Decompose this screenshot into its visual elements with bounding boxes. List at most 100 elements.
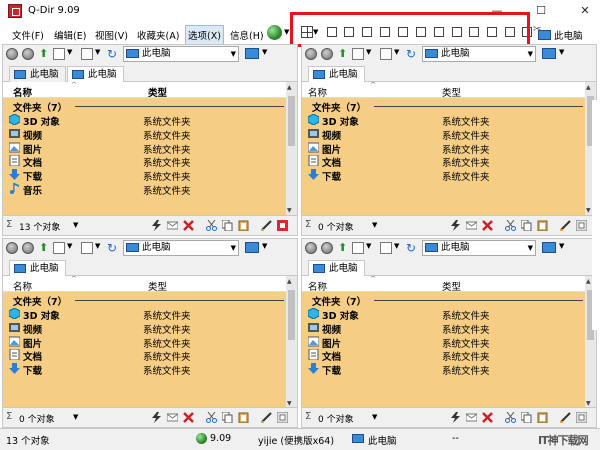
menu-info[interactable]: 信息(H) (230, 28, 264, 42)
chevron-down-icon[interactable]: ▼ (559, 242, 564, 250)
view-icon[interactable] (53, 242, 65, 254)
chevron-down-icon[interactable]: ▼ (95, 48, 100, 56)
forward-arrow-icon[interactable] (321, 242, 333, 254)
copy-icon[interactable] (222, 412, 233, 423)
list-item[interactable]: 文档 系统文件夹 (3, 154, 288, 169)
chevron-down-icon[interactable]: ▼ (366, 48, 371, 56)
up-folder-icon[interactable]: ⬆ (39, 241, 48, 254)
refresh-icon[interactable]: ↻ (406, 241, 416, 255)
chevron-down-icon[interactable]: ▼ (73, 221, 78, 229)
scroll-down-icon[interactable]: ▼ (586, 400, 591, 407)
details-icon[interactable] (380, 242, 392, 254)
chevron-down-icon[interactable]: ▼ (528, 241, 533, 255)
menu-options[interactable]: 选项(X) (185, 25, 224, 45)
chevron-down-icon[interactable]: ▼ (284, 28, 289, 36)
computer-icon[interactable] (245, 48, 259, 59)
up-folder-icon[interactable]: ⬆ (338, 47, 347, 60)
back-arrow-icon[interactable] (305, 242, 317, 254)
chevron-down-icon[interactable]: ▼ (372, 413, 377, 421)
menu-view[interactable]: 视图(V) (95, 28, 128, 42)
back-arrow-icon[interactable] (6, 242, 18, 254)
scrollbar[interactable]: ▲ ▼ (286, 276, 297, 409)
lightning-icon[interactable] (151, 412, 162, 423)
chevron-down-icon[interactable]: ▼ (372, 221, 377, 229)
scrollbar[interactable]: ▲ ▼ (286, 82, 297, 216)
delete-icon[interactable] (183, 220, 194, 231)
scroll-up-icon[interactable]: ▲ (287, 278, 292, 285)
group-header[interactable]: 文件夹（7） (3, 292, 288, 308)
paste-icon[interactable] (537, 220, 548, 231)
list-item[interactable]: 下载 系统文件夹 (302, 362, 587, 377)
scroll-up-icon[interactable]: ▲ (586, 84, 591, 91)
list-item[interactable]: 视频 系统文件夹 (302, 127, 587, 142)
scissors-icon[interactable] (505, 220, 516, 231)
scroll-up-icon[interactable]: ▲ (586, 278, 591, 285)
copy-icon[interactable] (521, 220, 532, 231)
globe-icon[interactable] (267, 25, 282, 40)
list-item[interactable]: 图片 系统文件夹 (3, 335, 288, 350)
delete-icon[interactable] (183, 412, 194, 423)
column-type[interactable]: 类型 (148, 279, 167, 293)
rename-icon[interactable] (261, 220, 272, 231)
list-item[interactable]: 视频 系统文件夹 (3, 127, 288, 142)
menu-file[interactable]: 文件(F) (12, 28, 44, 42)
list-item[interactable]: 图片 系统文件夹 (302, 141, 587, 156)
rename-icon[interactable] (560, 220, 571, 231)
group-header[interactable]: 文件夹（7） (3, 98, 288, 114)
scissors-icon[interactable] (206, 412, 217, 423)
chevron-down-icon[interactable]: ▼ (231, 47, 236, 61)
list-item[interactable]: 视频 系统文件夹 (3, 321, 288, 336)
properties-icon[interactable] (277, 412, 288, 423)
column-type[interactable]: 类型 (148, 85, 167, 99)
forward-arrow-icon[interactable] (321, 48, 333, 60)
list-item[interactable]: 3D 对象 系统文件夹 (302, 307, 587, 322)
computer-icon[interactable] (245, 242, 259, 253)
maximize-button[interactable]: ☐ (530, 2, 552, 20)
group-header[interactable]: 文件夹（7） (302, 292, 587, 308)
chevron-down-icon[interactable]: ▼ (394, 242, 399, 250)
forward-arrow-icon[interactable] (22, 48, 34, 60)
scroll-up-icon[interactable]: ▲ (287, 84, 292, 91)
up-folder-icon[interactable]: ⬆ (338, 241, 347, 254)
list-item[interactable]: 下载 系统文件夹 (3, 168, 288, 183)
properties-icon[interactable] (576, 220, 587, 231)
chevron-down-icon[interactable]: ▼ (67, 48, 72, 56)
email-icon[interactable] (167, 220, 178, 231)
list-item[interactable]: 文档 系统文件夹 (3, 348, 288, 363)
properties-icon[interactable] (576, 412, 587, 423)
forward-arrow-icon[interactable] (22, 242, 34, 254)
scroll-down-icon[interactable]: ▼ (287, 400, 292, 407)
view-icon[interactable] (352, 242, 364, 254)
list-item[interactable]: 图片 系统文件夹 (302, 335, 587, 350)
column-name[interactable]: 名称 (308, 279, 327, 293)
tab-this-pc[interactable]: 此电脑 (308, 260, 365, 276)
refresh-icon[interactable]: ↻ (406, 47, 416, 61)
back-arrow-icon[interactable] (6, 48, 18, 60)
close-button[interactable]: ✕ (574, 2, 596, 20)
list-item[interactable]: 文档 系统文件夹 (302, 348, 587, 363)
email-icon[interactable] (466, 412, 477, 423)
back-arrow-icon[interactable] (305, 48, 317, 60)
list-item[interactable]: 3D 对象 系统文件夹 (3, 113, 288, 128)
tab-this-pc[interactable]: 此电脑 (9, 260, 66, 276)
list-item[interactable]: 3D 对象 系统文件夹 (302, 113, 587, 128)
list-item[interactable]: 下载 系统文件夹 (3, 362, 288, 377)
chevron-down-icon[interactable]: ▼ (67, 242, 72, 250)
list-item[interactable]: 文档 系统文件夹 (302, 154, 587, 169)
address-bar[interactable]: 此电脑 ▼ (123, 46, 239, 62)
up-folder-icon[interactable]: ⬆ (39, 47, 48, 60)
rename-icon[interactable] (261, 412, 272, 423)
details-icon[interactable] (380, 48, 392, 60)
scroll-down-icon[interactable]: ▼ (586, 207, 591, 214)
list-item[interactable]: 下载 系统文件夹 (302, 168, 587, 183)
location-indicator[interactable]: 此电脑 (538, 28, 583, 42)
list-item[interactable]: 3D 对象 系统文件夹 (3, 307, 288, 322)
details-icon[interactable] (81, 48, 93, 60)
address-bar[interactable]: 此电脑 ▼ (123, 240, 239, 256)
details-icon[interactable] (81, 242, 93, 254)
column-name[interactable]: 名称 (308, 85, 327, 99)
email-icon[interactable] (167, 412, 178, 423)
address-bar[interactable]: 此电脑 ▼ (422, 240, 536, 256)
computer-icon[interactable] (542, 242, 556, 253)
lightning-icon[interactable] (450, 220, 461, 231)
